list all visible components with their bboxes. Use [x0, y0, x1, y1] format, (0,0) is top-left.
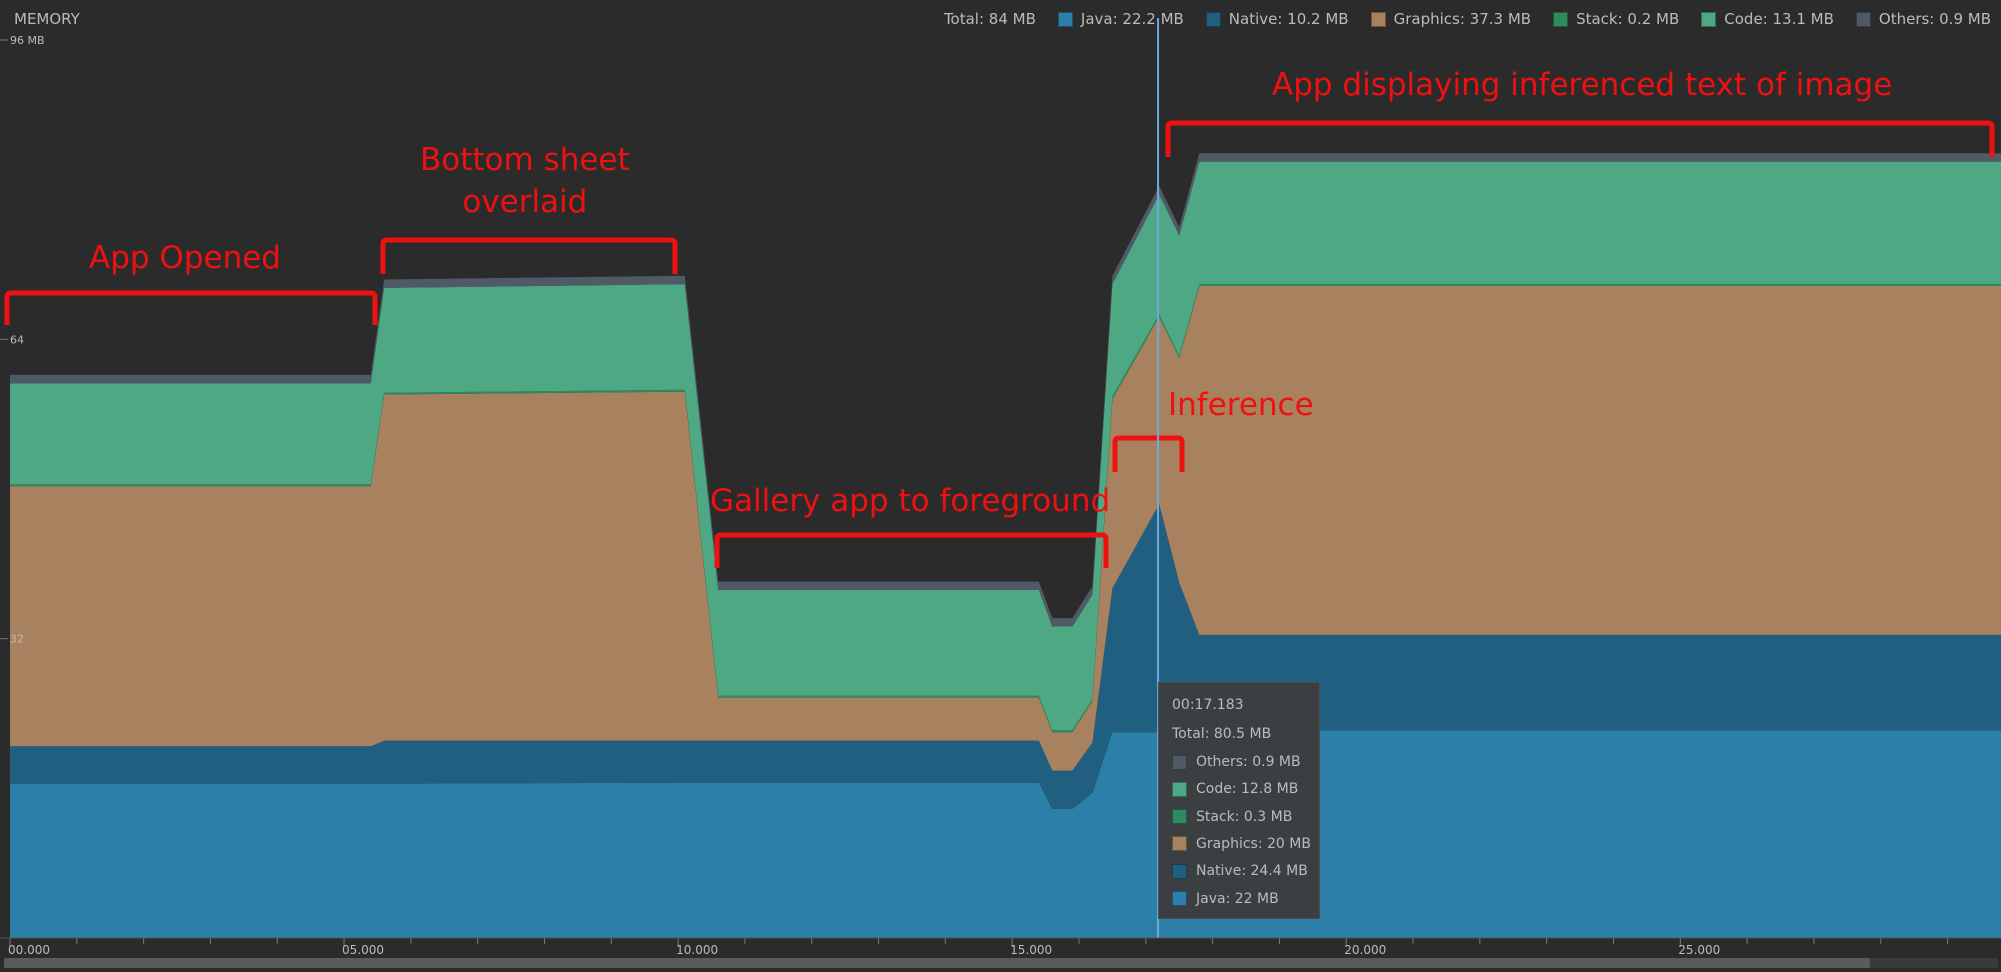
tooltip-time: 00:17.183 — [1172, 697, 1244, 713]
legend-swatch — [1855, 11, 1871, 27]
legend-item-stack: Stack: 0.2 MB — [1553, 10, 1679, 28]
annotation-bottom-sheet: Bottom sheet overlaid — [420, 142, 630, 220]
annotation-inference: Inference — [1168, 387, 1314, 423]
legend-swatch — [1553, 11, 1569, 27]
monitor-title: MEMORY — [14, 10, 80, 28]
x-tick-label: 05.000 — [342, 943, 384, 957]
legend-swatch — [1701, 11, 1717, 27]
tooltip-swatch — [1172, 836, 1187, 852]
legend-label: Stack: 0.2 MB — [1576, 10, 1680, 28]
annotation-displaying-text: App displaying inferenced text of image — [1272, 67, 1893, 103]
tooltip-row-label: Graphics: 20 MB — [1196, 835, 1311, 852]
memory-legend: Total: 84 MB Java: 22.2 MB Native: 10.2 M… — [944, 10, 1991, 28]
tooltip-row: Others: 0.9 MB — [1172, 754, 1301, 770]
total-label: Total: 84 MB — [943, 10, 1036, 28]
legend-label: Graphics: 37.3 MB — [1393, 10, 1532, 28]
y-tick-label: 32 — [10, 633, 24, 646]
legend-item-graphics: Graphics: 37.3 MB — [1370, 10, 1532, 28]
tooltip-row: Code: 12.8 MB — [1172, 781, 1298, 797]
tooltip-swatch — [1172, 781, 1187, 797]
legend-swatch — [1205, 11, 1221, 27]
legend-item-others: Others: 0.9 MB — [1855, 10, 1991, 28]
legend-item-native: Native: 10.2 MB — [1205, 10, 1349, 28]
tooltip-row: Stack: 0.3 MB — [1172, 809, 1292, 825]
tooltip-row: Java: 22 MB — [1172, 891, 1279, 907]
x-tick-label: 20.000 — [1344, 943, 1386, 957]
legend-swatch — [1370, 11, 1386, 27]
tooltip-swatch — [1172, 809, 1187, 825]
tooltip-row: Graphics: 20 MB — [1172, 836, 1311, 852]
annotation-bracket — [714, 532, 1109, 568]
legend-label: Java: 22.2 MB — [1080, 10, 1184, 28]
legend-item-code: Code: 13.1 MB — [1701, 10, 1834, 28]
annotation-bracket — [1165, 120, 1995, 157]
memory-tooltip: 00:17.183 Total: 80.5 MB Others: 0.9 MB C… — [1158, 682, 1320, 919]
x-tick-label: 25.000 — [1678, 943, 1720, 957]
time-axis: 00.000 05.000 10.000 15.000 20.000 25.000 — [0, 937, 2001, 957]
legend-swatch — [1057, 11, 1073, 27]
tooltip-row-label: Others: 0.9 MB — [1196, 754, 1301, 770]
tooltip-swatch — [1172, 891, 1187, 906]
x-tick-label: 00.000 — [8, 943, 50, 957]
annotation-app-opened: App Opened — [89, 240, 281, 276]
stacked-areas — [10, 153, 2001, 938]
tooltip-swatch — [1172, 863, 1187, 879]
x-tick-label: 10.000 — [676, 943, 718, 957]
tooltip-row-label: Code: 12.8 MB — [1196, 781, 1299, 798]
annotation-bracket — [4, 290, 378, 325]
y-tick-label: 64 — [10, 333, 24, 346]
tooltip-row: Native: 24.4 MB — [1172, 863, 1308, 879]
legend-label: Native: 10.2 MB — [1228, 10, 1349, 28]
tooltip-row-label: Native: 24.4 MB — [1196, 863, 1308, 880]
tooltip-row-label: Java: 22 MB — [1196, 890, 1279, 907]
annotation-bracket — [380, 237, 678, 274]
x-tick-label: 15.000 — [1010, 943, 1052, 957]
timeline-scrollbar-thumb[interactable] — [4, 958, 1870, 968]
legend-label: Others: 0.9 MB — [1878, 10, 1991, 28]
legend-label: Code: 13.1 MB — [1724, 10, 1834, 28]
annotation-gallery: Gallery app to foreground — [710, 483, 1111, 519]
tooltip-total: Total: 80.5 MB — [1172, 726, 1272, 742]
legend-item-java: Java: 22.2 MB — [1057, 10, 1184, 28]
y-tick-label: 96 MB — [10, 34, 45, 47]
tooltip-swatch — [1172, 754, 1187, 770]
tooltip-row-label: Stack: 0.3 MB — [1196, 808, 1293, 825]
